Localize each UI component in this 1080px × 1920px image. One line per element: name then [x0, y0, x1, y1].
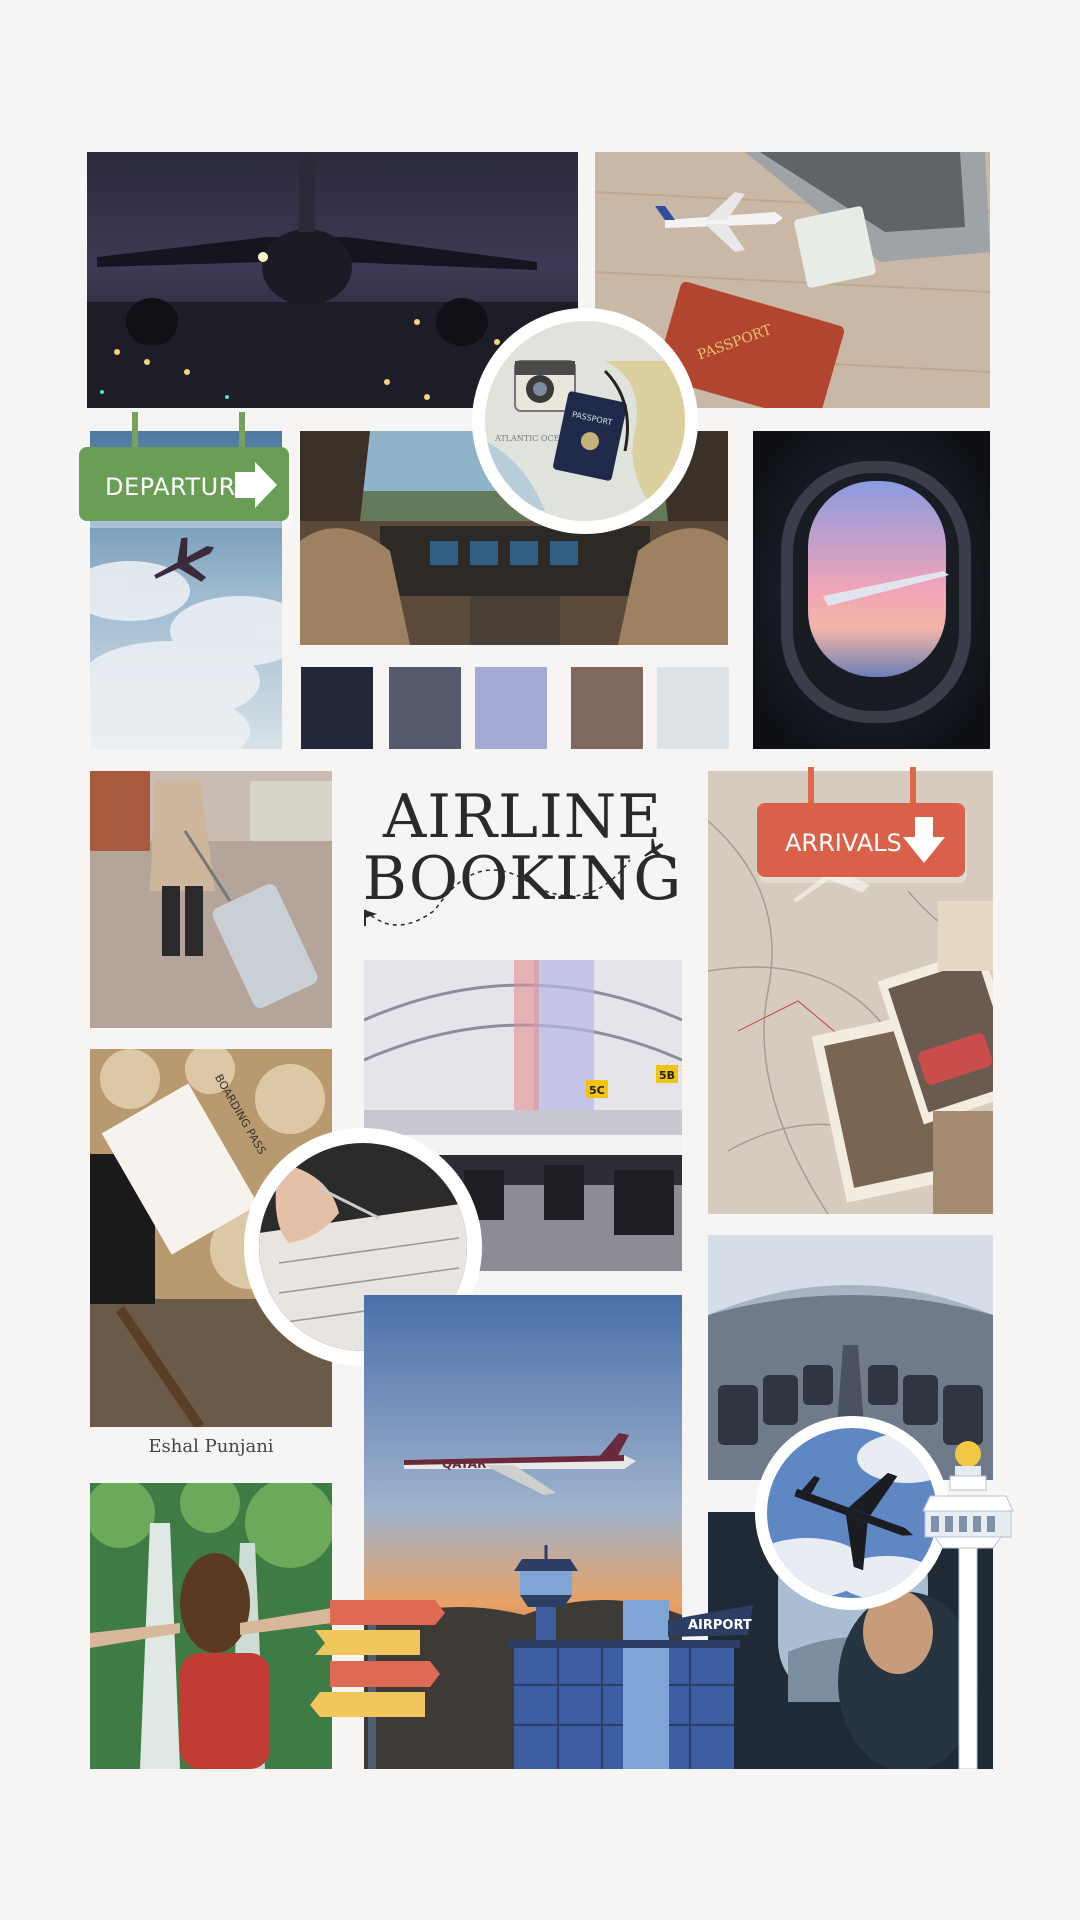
airport-label: AIRPORT — [688, 1618, 752, 1633]
palette-swatch-1 — [301, 667, 373, 749]
departures-sign: DEPARTURES — [77, 410, 297, 530]
photo-traveler-suitcase — [90, 771, 332, 1028]
circle-photo-camera-passport-map: ATLANTIC OCEAN PASSPORT — [472, 308, 698, 534]
qatar-livery-text: QATAR — [442, 1457, 486, 1471]
airport-building-illustration: AIRPORT — [508, 1545, 753, 1769]
airplane-icon — [644, 838, 665, 859]
arrivals-sign: ARRIVALS — [755, 765, 970, 885]
palette-swatch-5 — [657, 667, 729, 749]
palette-swatch-2 — [389, 667, 461, 749]
photo-waterfall-backpacker — [90, 1483, 332, 1769]
flight-path-decoration — [364, 838, 665, 926]
photo-credit: Eshal Punjani — [148, 1436, 274, 1457]
arrivals-label: ARRIVALS — [785, 829, 902, 857]
control-tower-illustration — [922, 1441, 1014, 1769]
palette-swatch-4 — [571, 667, 643, 749]
photo-airplane-window — [753, 431, 990, 749]
palette-swatch-3 — [475, 667, 547, 749]
gate-5b-label: 5B — [659, 1069, 675, 1082]
airport-tower-icon — [514, 1545, 578, 1647]
direction-signpost — [310, 1600, 445, 1769]
flag-icon — [364, 910, 377, 926]
gate-5c-label: 5C — [589, 1084, 605, 1097]
